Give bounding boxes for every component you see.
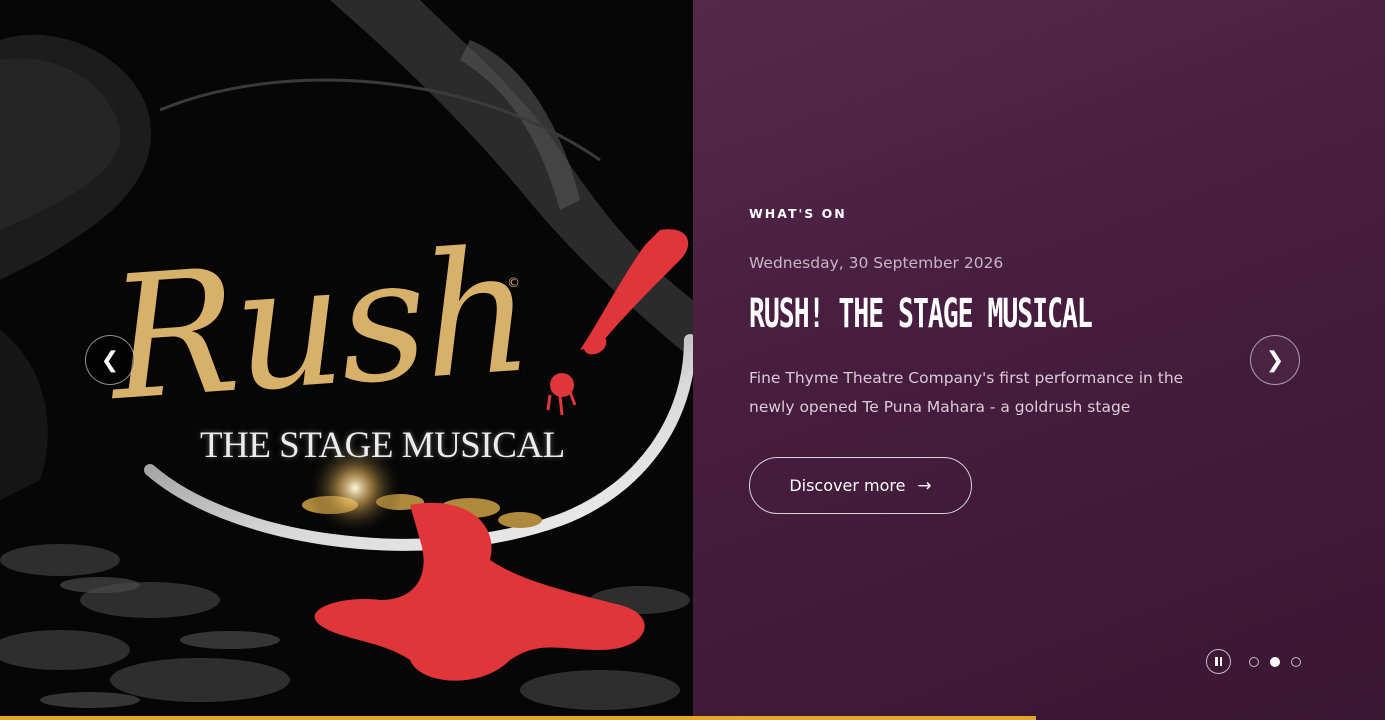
poster-title: Rush — [103, 212, 535, 440]
event-description: Fine Thyme Theatre Company's first perfo… — [749, 369, 1184, 416]
slide-progress-fill — [0, 716, 1036, 720]
poster-copyright: © — [507, 276, 520, 291]
event-title: RUSH! THE STAGE MUSICAL — [749, 291, 1093, 337]
chevron-left-icon: ❮ — [100, 347, 120, 373]
pagination-dot[interactable] — [1270, 657, 1280, 667]
discover-more-label: Discover more — [789, 476, 906, 495]
pause-icon — [1215, 657, 1218, 666]
pagination-dot[interactable] — [1249, 657, 1259, 667]
slide-progress-track — [0, 716, 1385, 720]
previous-slide-button[interactable]: ❮ — [85, 335, 135, 385]
discover-more-button[interactable]: Discover more → — [749, 457, 972, 514]
pause-button[interactable] — [1206, 649, 1231, 674]
pause-icon-bar — [1219, 657, 1222, 666]
pagination-dot[interactable] — [1291, 657, 1301, 667]
hero-slider: Rush © THE STAGE MUSICAL WHAT'S ON Wedne… — [0, 0, 1385, 720]
arrow-right-icon: → — [917, 475, 932, 496]
chevron-right-icon: ❯ — [1265, 347, 1285, 373]
event-date: Wednesday, 30 September 2026 — [749, 254, 1004, 272]
next-slide-button[interactable]: ❯ — [1250, 335, 1300, 385]
slide-pagination — [1249, 657, 1301, 667]
section-eyebrow: WHAT'S ON — [749, 206, 847, 221]
poster-subtitle: THE STAGE MUSICAL — [200, 425, 565, 466]
